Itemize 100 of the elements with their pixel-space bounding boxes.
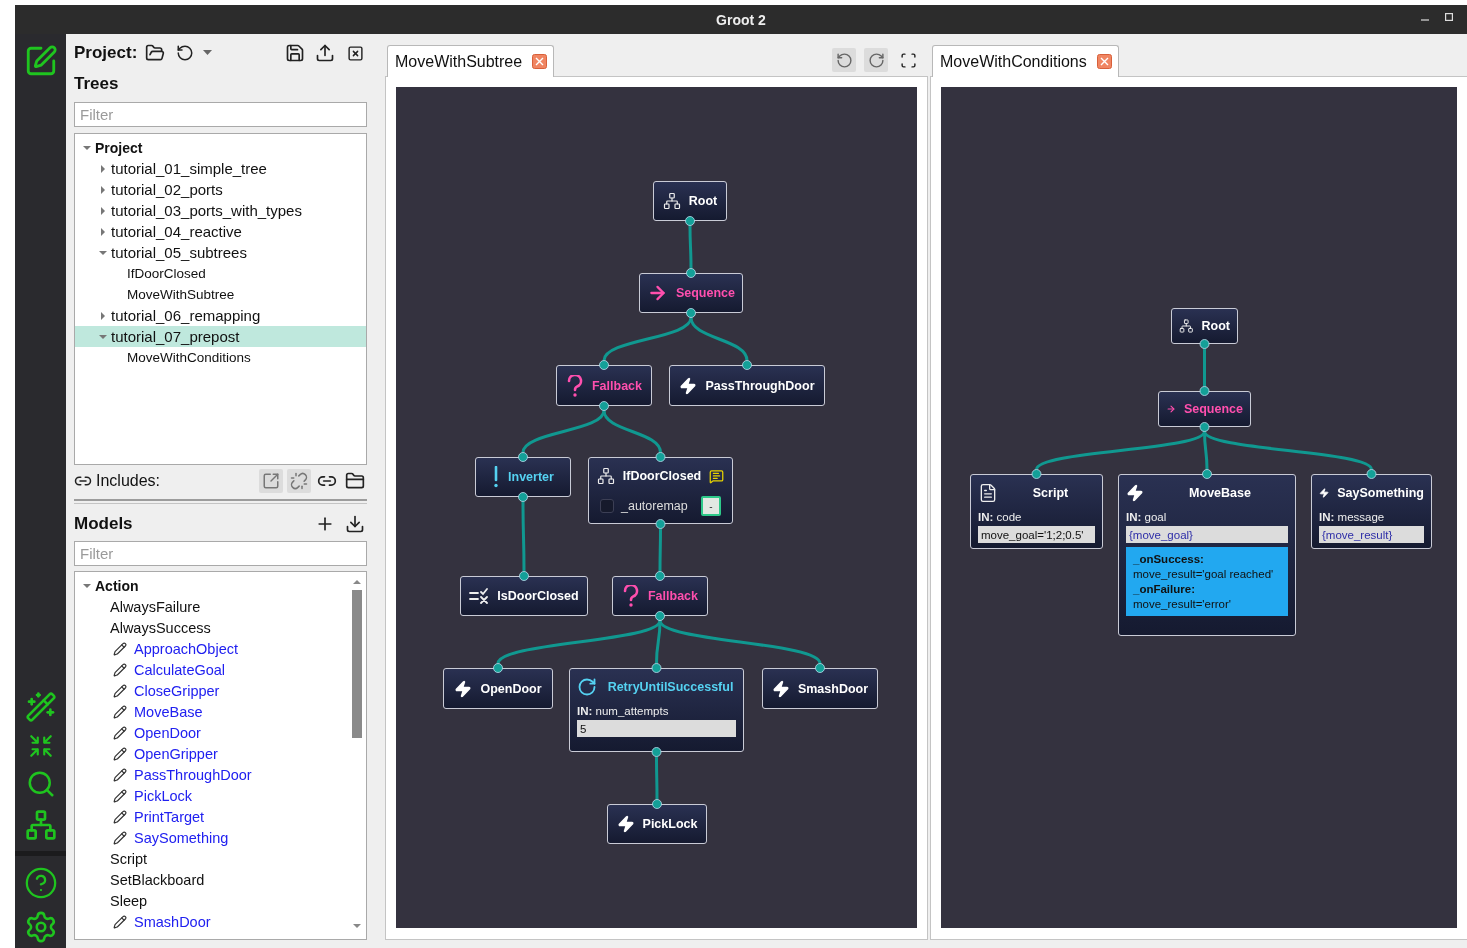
port-handle[interactable]	[1202, 469, 1212, 479]
pencil-icon[interactable]	[113, 704, 127, 719]
dropdown-caret-icon[interactable]	[203, 50, 213, 56]
tree-node[interactable]: Root	[1171, 308, 1238, 344]
pencil-icon[interactable]	[113, 662, 127, 677]
tree-item[interactable]: tutorial_01_simple_tree	[75, 158, 366, 179]
port-handle[interactable]	[686, 308, 696, 318]
model-item[interactable]: SmashDoor	[75, 911, 366, 932]
port-handle[interactable]	[685, 216, 695, 226]
shrink-icon[interactable]	[27, 733, 54, 759]
pencil-icon[interactable]	[113, 809, 127, 824]
port-handle[interactable]	[686, 268, 696, 278]
scrollbar[interactable]	[351, 578, 363, 930]
port-handle[interactable]	[815, 663, 825, 673]
model-item[interactable]: OpenDoor	[75, 722, 366, 743]
model-item[interactable]: ApproachObject	[75, 638, 366, 659]
tree-node[interactable]: Inverter	[475, 457, 571, 497]
port-handle[interactable]	[1031, 469, 1042, 479]
editor-tab[interactable]: MoveWithConditions	[932, 45, 1119, 77]
port-handle[interactable]	[651, 747, 662, 757]
port-handle[interactable]	[652, 799, 662, 809]
tree-node[interactable]: Script IN: code move_goal='1;2;0.5'	[970, 474, 1103, 549]
tree-item[interactable]: IfDoorClosed	[75, 263, 366, 284]
tree-node[interactable]: IfDoorClosed _autoremap -	[588, 457, 733, 524]
port-handle[interactable]	[519, 571, 529, 581]
model-item[interactable]: MoveBase	[75, 701, 366, 722]
pencil-icon[interactable]	[113, 683, 127, 698]
tree-node[interactable]: SmashDoor	[762, 668, 878, 709]
port-handle[interactable]	[655, 611, 665, 621]
filter-field[interactable]: Filter	[74, 541, 367, 566]
expanded-arrow-icon[interactable]	[83, 143, 91, 152]
model-item[interactable]: Sleep	[75, 890, 366, 911]
pencil-icon[interactable]	[113, 746, 127, 761]
tree-node[interactable]: OpenDoor	[443, 668, 553, 709]
model-item[interactable]: OpenGripper	[75, 743, 366, 764]
model-item[interactable]: CloseGripper	[75, 680, 366, 701]
tree-node[interactable]: PickLock	[607, 804, 707, 844]
pencil-icon[interactable]	[113, 788, 127, 803]
port-handle[interactable]	[655, 571, 665, 581]
model-category[interactable]: Action	[75, 575, 366, 596]
port-handle[interactable]	[1199, 422, 1210, 432]
tree-item[interactable]: tutorial_03_ports_with_types	[75, 200, 366, 221]
port-handle[interactable]	[651, 663, 662, 673]
port-handle[interactable]	[655, 452, 666, 462]
tree-node[interactable]: Fallback	[556, 365, 652, 406]
comment-icon[interactable]	[709, 468, 725, 484]
remap-button[interactable]: -	[701, 496, 721, 516]
model-item[interactable]: CalculateGoal	[75, 659, 366, 680]
pencil-icon[interactable]	[113, 767, 127, 782]
pencil-icon[interactable]	[113, 641, 127, 656]
pencil-icon[interactable]	[113, 725, 127, 740]
port-handle[interactable]	[599, 360, 609, 370]
close-icon[interactable]	[532, 54, 548, 69]
tree-item[interactable]: Project	[75, 137, 366, 158]
tree-item[interactable]: tutorial_05_subtrees	[75, 242, 366, 263]
tree-node[interactable]: Root	[653, 181, 727, 221]
model-item[interactable]: PassThroughDoor	[75, 764, 366, 785]
expanded-arrow-icon[interactable]	[99, 332, 107, 341]
tree-item[interactable]: MoveWithSubtree	[75, 284, 366, 305]
model-item[interactable]: AlwaysFailure	[75, 596, 366, 617]
help-icon[interactable]	[23, 866, 58, 900]
port-handle[interactable]	[655, 519, 666, 529]
tree-node[interactable]: Fallback	[612, 576, 708, 616]
model-item[interactable]: PickLock	[75, 785, 366, 806]
close-icon[interactable]	[1096, 54, 1112, 69]
port-handle[interactable]	[742, 360, 752, 370]
port-handle[interactable]	[493, 663, 503, 673]
port-handle[interactable]	[1366, 469, 1377, 479]
model-item[interactable]: PrintTarget	[75, 806, 366, 827]
tree-node[interactable]: RetryUntilSuccessful IN: num_attempts 5	[569, 668, 744, 752]
pencil-icon[interactable]	[113, 830, 127, 845]
collapsed-arrow-icon[interactable]	[99, 227, 107, 236]
tree-node[interactable]: Sequence	[639, 273, 743, 313]
collapsed-arrow-icon[interactable]	[99, 311, 107, 320]
redo-button[interactable]	[864, 48, 888, 72]
magic-wand-icon[interactable]	[24, 691, 57, 723]
collapsed-arrow-icon[interactable]	[99, 185, 107, 194]
model-item[interactable]: SetBlackboard	[75, 869, 366, 890]
model-item[interactable]: Script	[75, 848, 366, 869]
tree-item[interactable]: tutorial_06_remapping	[75, 305, 366, 326]
open-external-button[interactable]	[259, 469, 283, 493]
port-value-field[interactable]: 5	[577, 720, 736, 737]
port-handle[interactable]	[599, 401, 609, 411]
undo-button[interactable]	[832, 48, 856, 72]
expanded-arrow-icon[interactable]	[99, 248, 107, 257]
tree-item[interactable]: tutorial_07_prepost	[75, 326, 366, 347]
tree-node[interactable]: Sequence	[1158, 391, 1251, 427]
port-handle[interactable]	[1199, 386, 1210, 396]
tree-node[interactable]: IsDoorClosed	[460, 576, 588, 616]
port-value-field[interactable]: {move_result}	[1319, 526, 1424, 543]
port-handle[interactable]	[518, 452, 528, 462]
hierarchy-icon[interactable]	[24, 809, 57, 841]
tree-node[interactable]: SaySomething IN: message {move_result}	[1311, 474, 1432, 549]
editor-tab[interactable]: MoveWithSubtree	[387, 45, 555, 77]
model-item[interactable]: AlwaysSuccess	[75, 617, 366, 638]
tree-node[interactable]: PassThroughDoor	[669, 365, 825, 406]
port-handle[interactable]	[1199, 339, 1210, 349]
maximize-icon[interactable]	[1445, 13, 1453, 21]
model-item[interactable]: SaySomething	[75, 827, 366, 848]
tree-item[interactable]: tutorial_04_reactive	[75, 221, 366, 242]
